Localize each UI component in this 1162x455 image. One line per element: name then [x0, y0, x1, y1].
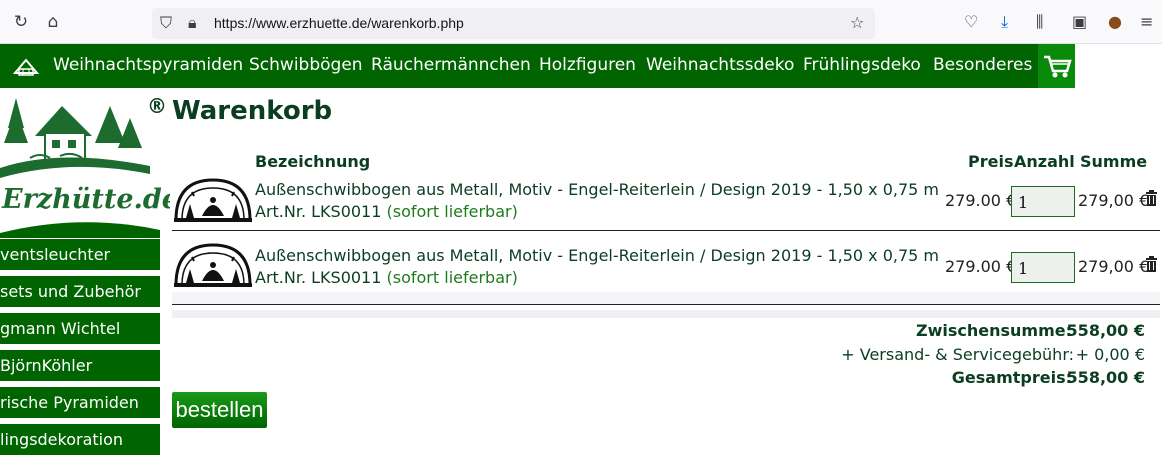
pocket-icon[interactable]: ♡	[964, 12, 978, 31]
home-icon[interactable]: ⌂	[42, 11, 64, 33]
url-text[interactable]: https://www.erzhuette.de/warenkorb.php	[214, 15, 464, 31]
nav-item-weihnachtsdeko[interactable]: Weihnachtssdeko	[646, 55, 794, 75]
sidebar-item-fruehlingsdekoration[interactable]: lingsdekoration	[0, 424, 160, 455]
library-icon[interactable]: ⫼	[1036, 12, 1043, 32]
trash-icon[interactable]	[1145, 190, 1158, 206]
nav-item-fruehlingsdeko[interactable]: Frühlingsdeko	[803, 55, 921, 75]
download-icon[interactable]: ⤓	[1001, 12, 1008, 32]
article-number: Art.Nr. LKS0011	[255, 268, 382, 287]
shipping-label: + Versand- & Servicegebühr:	[841, 345, 1074, 364]
product-image[interactable]	[172, 176, 254, 224]
registered-mark: ®	[147, 94, 167, 118]
total-label: Gesamtpreis:	[951, 368, 1072, 387]
header-qty: Anzahl	[1014, 152, 1075, 171]
subtotal-label: Zwischensumme:	[915, 321, 1072, 340]
subtotal-value: 558,00 €	[1066, 321, 1145, 340]
header-sum: Summe	[1080, 152, 1148, 171]
bookmark-star-icon[interactable]: ☆	[850, 13, 864, 32]
product-name[interactable]: Außenschwibbogen aus Metall, Motiv - Eng…	[255, 180, 939, 199]
erzhuette-logo[interactable]: Erzhütte.de	[0, 88, 170, 238]
main-navigation: Weihnachtspyramiden Schwibbögen Räucherm…	[0, 44, 1162, 88]
header-name: Bezeichnung	[255, 152, 371, 171]
cookie-icon[interactable]: ●	[1108, 12, 1122, 31]
article-number: Art.Nr. LKS0011	[255, 202, 382, 221]
product-article: Art.Nr. LKS0011 (sofort lieferbar)	[255, 268, 518, 287]
cart-icon	[1044, 55, 1072, 78]
reload-icon[interactable]: ↻	[10, 11, 32, 33]
sidebar-item-adventsleuchter[interactable]: ventsleuchter	[0, 239, 160, 270]
shipping-value: + 0,00 €	[1075, 345, 1145, 364]
unit-price: 279.00 €	[945, 191, 1017, 210]
page-title: Warenkorb	[172, 96, 333, 126]
product-article: Art.Nr. LKS0011 (sofort lieferbar)	[255, 202, 518, 221]
logo-text: Erzhütte.de	[1, 184, 170, 215]
quantity-input[interactable]: 1	[1011, 186, 1075, 217]
availability-status: (sofort lieferbar)	[386, 202, 518, 221]
trash-icon[interactable]	[1145, 256, 1158, 272]
cart-button[interactable]	[1038, 44, 1075, 88]
availability-status: (sofort lieferbar)	[386, 268, 518, 287]
header-price: Preis	[968, 152, 1014, 171]
reader-view-icon[interactable]: ▣	[1072, 12, 1087, 31]
unit-price: 279.00 €	[945, 257, 1017, 276]
nav-item-weihnachtspyramiden[interactable]: Weihnachtspyramiden	[53, 55, 243, 75]
table-end-divider	[172, 304, 1160, 305]
address-bar[interactable]: ⛉ 🔒︎ https://www.erzhuette.de/warenkorb.…	[152, 8, 875, 39]
product-image[interactable]	[172, 241, 254, 289]
home-house-icon[interactable]	[12, 56, 40, 78]
row-sum: 279,00 €	[1078, 257, 1150, 276]
row-divider	[172, 230, 1160, 231]
lock-icon[interactable]: 🔒︎	[188, 13, 197, 33]
nav-item-raeuchermaennchen[interactable]: Räuchermännchen	[371, 55, 531, 75]
quantity-input[interactable]: 1	[1011, 252, 1075, 283]
total-value: 558,00 €	[1066, 368, 1145, 387]
sidebar-item-bjoernkoehler[interactable]: BjörnKöhler	[0, 350, 160, 381]
nav-item-holzfiguren[interactable]: Holzfiguren	[539, 55, 636, 75]
sidebar-item-wichtel[interactable]: gmann Wichtel	[0, 313, 160, 344]
row-sum: 279,00 €	[1078, 191, 1150, 210]
nav-item-schwibboegen[interactable]: Schwibbögen	[249, 55, 363, 75]
row-spacer	[172, 292, 1160, 304]
order-button[interactable]: bestellen	[172, 392, 267, 428]
nav-item-besonderes[interactable]: Besonderes	[933, 55, 1032, 75]
browser-toolbar: ↻ ⌂ ⛉ 🔒︎ https://www.erzhuette.de/warenk…	[0, 0, 1162, 44]
sidebar-item-sets-zubehoer[interactable]: sets und Zubehör	[0, 276, 160, 307]
nav-bar: Weihnachtspyramiden Schwibbögen Räucherm…	[0, 44, 1075, 88]
shield-icon[interactable]: ⛉	[160, 13, 172, 33]
sidebar-item-pyramiden[interactable]: rische Pyramiden	[0, 387, 160, 418]
menu-icon[interactable]: ≡	[1140, 12, 1153, 31]
product-name[interactable]: Außenschwibbogen aus Metall, Motiv - Eng…	[255, 246, 939, 265]
totals-separator	[172, 310, 1160, 318]
